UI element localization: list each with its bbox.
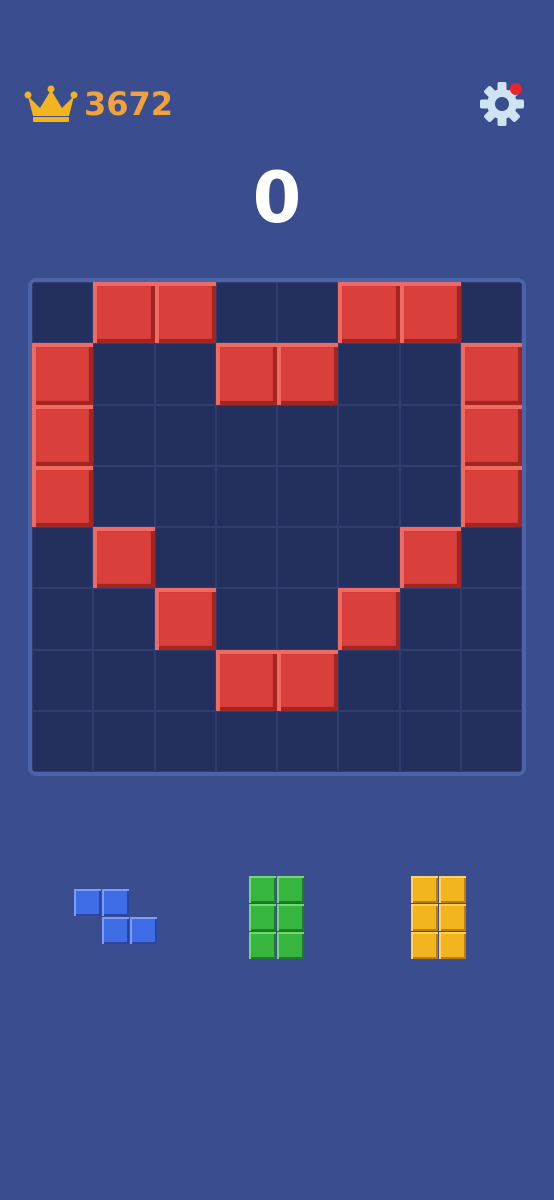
empty-cell[interactable] [277,710,339,772]
filled-block[interactable] [338,282,400,344]
yellow-block [411,876,438,903]
filled-block[interactable] [32,343,94,405]
empty-cell[interactable] [277,588,339,650]
yellow-block [411,932,438,959]
empty-cell[interactable] [338,465,400,527]
yellow-block [439,904,466,931]
filled-block[interactable] [93,527,155,589]
filled-block[interactable] [399,527,461,589]
best-score-value: 3672 [84,85,174,123]
empty-cell[interactable] [215,527,277,589]
empty-cell[interactable] [215,465,277,527]
board-grid[interactable] [32,282,522,772]
best-score-display: 3672 [24,82,173,126]
green-2x3-piece[interactable] [249,876,305,960]
empty-cell[interactable] [32,649,94,711]
empty-cell[interactable] [399,588,461,650]
filled-block[interactable] [93,282,155,344]
yellow-block [439,876,466,903]
filled-block[interactable] [215,649,277,711]
empty-cell[interactable] [277,465,339,527]
empty-cell[interactable] [338,649,400,711]
filled-block[interactable] [32,404,94,466]
empty-cell[interactable] [460,649,522,711]
empty-cell[interactable] [154,343,216,405]
empty-cell[interactable] [93,465,155,527]
empty-cell[interactable] [215,282,277,344]
empty-cell[interactable] [460,710,522,772]
empty-cell[interactable] [215,588,277,650]
empty-cell[interactable] [215,404,277,466]
filled-block[interactable] [460,465,522,527]
empty-cell[interactable] [460,588,522,650]
empty-cell[interactable] [93,588,155,650]
filled-block[interactable] [154,282,216,344]
blue-block [74,889,101,916]
empty-cell[interactable] [277,282,339,344]
game-board [28,278,526,776]
empty-cell[interactable] [399,404,461,466]
green-block [277,932,304,959]
filled-block[interactable] [277,343,339,405]
empty-cell[interactable] [399,710,461,772]
green-block [277,904,304,931]
empty-cell[interactable] [277,404,339,466]
empty-cell[interactable] [277,527,339,589]
yellow-block [439,932,466,959]
empty-cell[interactable] [93,343,155,405]
filled-block[interactable] [399,282,461,344]
empty-cell[interactable] [32,527,94,589]
filled-block[interactable] [460,404,522,466]
empty-cell[interactable] [32,710,94,772]
empty-cell[interactable] [154,649,216,711]
empty-cell[interactable] [154,710,216,772]
empty-cell[interactable] [460,527,522,589]
green-block [277,876,304,903]
empty-cell[interactable] [338,527,400,589]
empty-cell[interactable] [215,710,277,772]
empty-cell[interactable] [93,649,155,711]
green-block [249,876,276,903]
blue-z-piece[interactable] [74,889,158,945]
green-block [249,932,276,959]
empty-cell[interactable] [399,465,461,527]
blue-block [102,917,129,944]
notification-dot [510,83,522,95]
filled-block[interactable] [338,588,400,650]
filled-block[interactable] [215,343,277,405]
empty-cell[interactable] [154,465,216,527]
empty-cell[interactable] [32,588,94,650]
filled-block[interactable] [277,649,339,711]
empty-cell[interactable] [154,404,216,466]
yellow-block [411,904,438,931]
empty-cell[interactable] [338,404,400,466]
empty-cell[interactable] [338,343,400,405]
crown-icon [24,85,78,122]
filled-block[interactable] [154,588,216,650]
empty-cell[interactable] [460,282,522,344]
empty-cell[interactable] [338,710,400,772]
empty-cell[interactable] [93,710,155,772]
blue-block [130,917,157,944]
filled-block[interactable] [460,343,522,405]
yellow-2x3-piece[interactable] [411,876,467,960]
empty-cell[interactable] [399,649,461,711]
empty-cell[interactable] [93,404,155,466]
empty-cell[interactable] [399,343,461,405]
empty-cell[interactable] [154,527,216,589]
empty-cell[interactable] [32,282,94,344]
current-score: 0 [252,157,302,239]
filled-block[interactable] [32,465,94,527]
green-block [249,904,276,931]
blue-block [102,889,129,916]
